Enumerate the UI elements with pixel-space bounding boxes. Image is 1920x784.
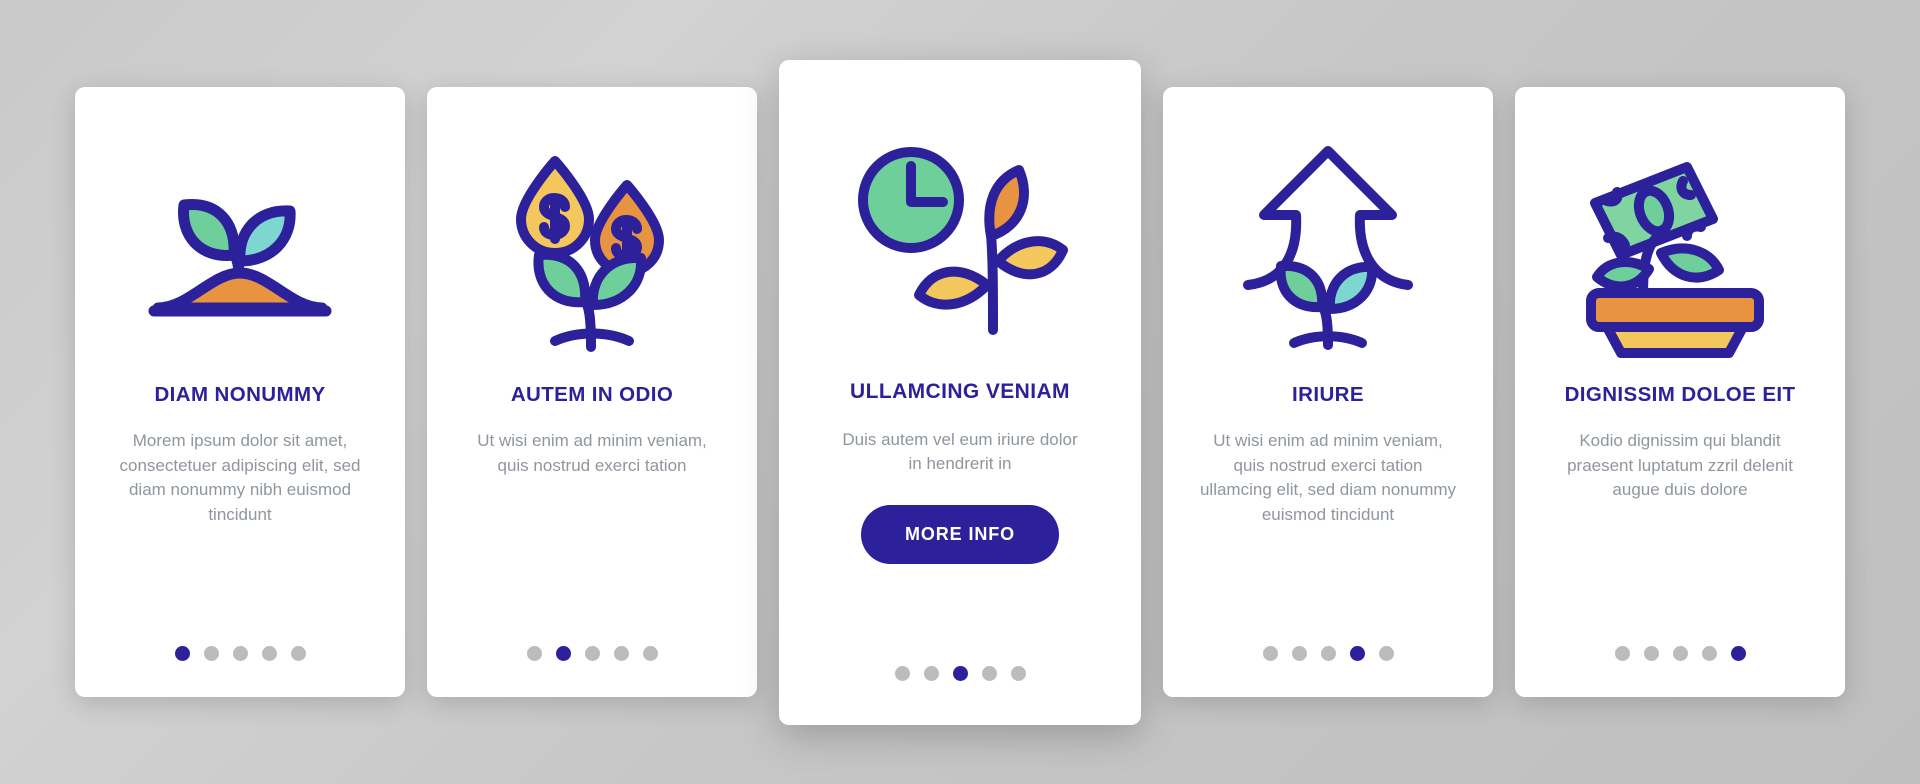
dot-3[interactable] [584,646,600,661]
card-body-text: Ut wisi enim ad minim veniam, quis nostr… [1199,431,1457,524]
dot-5[interactable] [642,646,658,661]
card-title: DIGNISSIM DOLOE EIT [1564,383,1796,406]
more-info-button[interactable]: MORE INFO [860,504,1060,564]
card-title: DIAM NONUMMY [154,383,326,406]
dot-5[interactable] [290,646,306,661]
dot-3[interactable] [1672,646,1688,661]
dot-5[interactable] [1378,646,1394,661]
onboarding-card-4[interactable]: IRIURE Ut wisi enim ad minim veniam, qui… [1163,87,1493,697]
card-title: AUTEM IN ODIO [510,383,674,406]
dot-3[interactable] [952,665,968,681]
dot-1[interactable] [894,665,910,681]
pagination-dots[interactable] [779,665,1141,681]
dot-2[interactable] [1291,646,1307,661]
pagination-dots[interactable] [1515,646,1845,661]
dot-3[interactable] [232,646,248,661]
dot-4[interactable] [613,646,629,661]
dot-2[interactable] [1643,646,1659,661]
card-title: ULLAMCING VENIAM [850,379,1070,403]
pagination-dots[interactable] [427,646,757,661]
pagination-dots[interactable] [75,646,405,661]
money-plant-pot-icon [1539,127,1821,377]
card-body-text: Ut wisi enim ad minim veniam, quis nostr… [477,431,707,475]
onboarding-card-2[interactable]: AUTEM IN ODIO Ut wisi enim ad minim veni… [427,87,757,697]
money-drops-plant-icon [451,127,733,377]
dot-2[interactable] [203,646,219,661]
clock-plant-icon [805,112,1115,374]
dot-2[interactable] [923,665,939,681]
onboarding-card-1[interactable]: DIAM NONUMMY Morem ipsum dolor sit amet,… [75,87,405,697]
dot-4[interactable] [1349,646,1365,661]
dot-2[interactable] [555,646,571,661]
dot-1[interactable] [1262,646,1278,661]
card-body-text: Duis autem vel eum iriure dolor in hendr… [842,429,1078,474]
card-body-text: Morem ipsum dolor sit amet, consectetuer… [119,431,361,524]
onboarding-card-5[interactable]: DIGNISSIM DOLOE EIT Kodio dignissim qui … [1515,87,1845,697]
dot-4[interactable] [981,665,997,681]
growth-arrow-sprout-icon [1187,127,1469,377]
dot-3[interactable] [1320,646,1336,661]
dot-1[interactable] [174,646,190,661]
sprout-in-soil-icon [99,127,381,377]
dot-5[interactable] [1730,646,1746,661]
onboarding-card-3-featured[interactable]: ULLAMCING VENIAM Duis autem vel eum iriu… [779,59,1141,725]
card-title: IRIURE [1292,383,1364,406]
dot-1[interactable] [526,646,542,661]
pagination-dots[interactable] [1163,646,1493,661]
onboarding-card-row: DIAM NONUMMY Morem ipsum dolor sit amet,… [0,0,1920,784]
dot-5[interactable] [1010,665,1026,681]
dot-4[interactable] [1701,646,1717,661]
dot-4[interactable] [261,646,277,661]
card-body-text: Kodio dignissim qui blandit praesent lup… [1567,431,1793,500]
dot-1[interactable] [1614,646,1630,661]
